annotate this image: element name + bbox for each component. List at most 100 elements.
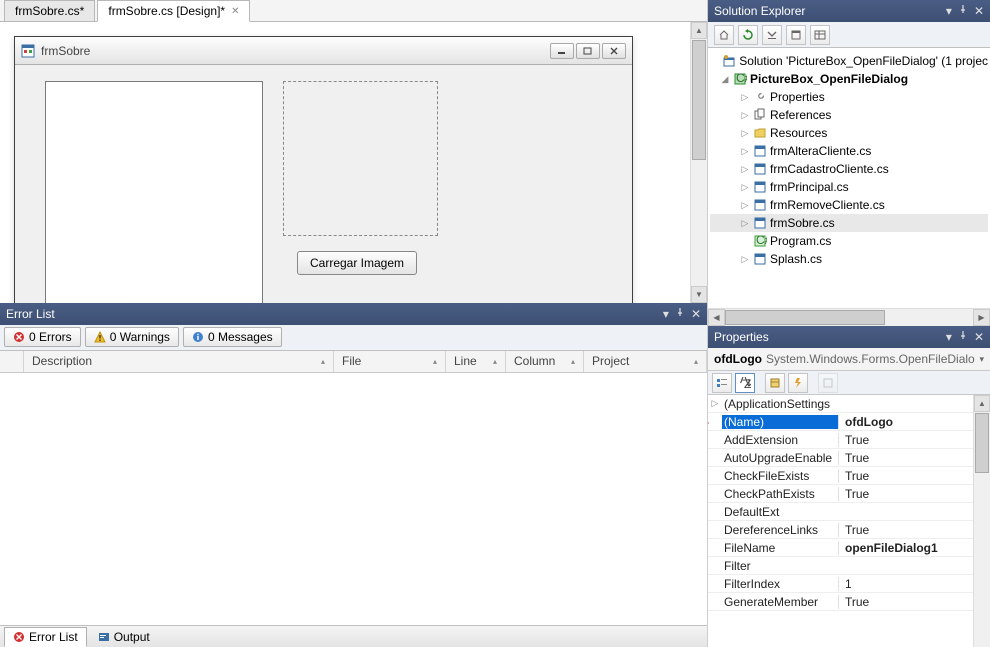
events-icon[interactable] [788,373,808,393]
tree-splash[interactable]: ▷ Splash.cs [710,250,988,268]
property-pages-icon[interactable] [818,373,838,393]
scroll-thumb[interactable] [975,413,989,473]
prop-value[interactable]: True [838,523,990,537]
placeholder-box[interactable] [283,81,438,236]
col-project[interactable]: Project▴ [584,351,707,372]
prop-row[interactable]: CheckPathExistsTrue [708,485,990,503]
tree-properties[interactable]: ▷ Properties [710,88,988,106]
prop-value[interactable]: True [838,487,990,501]
close-window-icon[interactable] [602,43,626,59]
tree-frmaltera[interactable]: ▷ frmAlteraCliente.cs [710,142,988,160]
pin-icon[interactable] [958,330,968,344]
close-icon[interactable]: ✕ [974,4,984,18]
chevron-down-icon[interactable]: ▾ [979,354,984,365]
prop-row[interactable]: AddExtensionTrue [708,431,990,449]
form-body[interactable]: Carregar Imagem Salvar Contém Bi [15,65,632,303]
prop-row[interactable]: FilterIndex1 [708,575,990,593]
minimize-icon[interactable] [550,43,574,59]
tree-project[interactable]: ◢ C# PictureBox_OpenFileDialog [710,70,988,88]
prop-name: DereferenceLinks [722,523,838,537]
tree-resources[interactable]: ▷ Resources [710,124,988,142]
prop-value[interactable]: 1 [838,577,990,591]
col-description[interactable]: Description▴ [24,351,334,372]
col-column[interactable]: Column▴ [506,351,584,372]
tab-errorlist[interactable]: Error List [4,627,87,647]
prop-row[interactable]: DefaultExt [708,503,990,521]
prop-value[interactable]: True [838,451,990,465]
carregar-label: Carregar Imagem [310,256,404,270]
prop-row[interactable]: CheckFileExistsTrue [708,467,990,485]
prop-value[interactable]: openFileDialog1 [838,541,990,555]
references-icon [753,108,767,122]
se-collapse-icon[interactable] [762,25,782,45]
chevron-down-icon[interactable]: ▾ [663,307,669,321]
properties-icon[interactable] [765,373,785,393]
scroll-left-icon[interactable]: ◀ [708,309,725,326]
scroll-up-icon[interactable]: ▲ [974,395,990,412]
prop-value[interactable]: ofdLogo [838,415,990,429]
scroll-thumb[interactable] [692,40,706,160]
tab-output[interactable]: Output [89,627,159,647]
se-home-icon[interactable] [714,25,734,45]
pin-icon[interactable] [958,4,968,18]
tree-frmremove[interactable]: ▷ frmRemoveCliente.cs [710,196,988,214]
tree-program[interactable]: C# Program.cs [710,232,988,250]
prop-value[interactable]: True [838,469,990,483]
close-icon[interactable]: ✕ [691,307,701,321]
scroll-right-icon[interactable]: ▶ [973,309,990,326]
tree-references[interactable]: ▷ References [710,106,988,124]
carregar-imagem-button[interactable]: Carregar Imagem [297,251,417,275]
scroll-down-icon[interactable]: ▼ [691,286,707,303]
close-icon[interactable]: ✕ [974,330,984,344]
hscroll-thumb[interactable] [725,310,885,325]
col-file[interactable]: File▴ [334,351,446,372]
errors-filter[interactable]: 0 Errors [4,327,81,347]
form-window[interactable]: frmSobre Carregar Imagem Salvar Contém B… [14,36,633,303]
se-refresh-icon[interactable] [738,25,758,45]
cs-file-icon: C# [753,234,767,248]
prop-row[interactable]: Filter [708,557,990,575]
prop-row[interactable]: FileNameopenFileDialog1 [708,539,990,557]
solution-icon [722,54,736,68]
close-icon[interactable]: ✕ [231,6,239,17]
properties-title: Properties [714,330,769,344]
tree-frmprincipal[interactable]: ▷ frmPrincipal.cs [710,178,988,196]
col-line[interactable]: Line▴ [446,351,506,372]
prop-row[interactable]: GenerateMemberTrue [708,593,990,611]
prop-row[interactable]: DereferenceLinksTrue [708,521,990,539]
picturebox[interactable] [45,81,263,303]
categorized-icon[interactable] [712,373,732,393]
chevron-down-icon[interactable]: ▾ [946,4,952,18]
properties-object-selector[interactable]: ofdLogo System.Windows.Forms.OpenFileDia… [708,348,990,371]
svg-text:C#: C# [756,234,767,247]
prop-row[interactable]: AutoUpgradeEnableTrue [708,449,990,467]
messages-filter[interactable]: 0 Messages [183,327,282,347]
prop-row[interactable]: (Name)ofdLogo [708,413,990,431]
prop-value[interactable]: True [838,433,990,447]
chevron-down-icon[interactable]: ▾ [946,330,952,344]
solution-tree[interactable]: Solution 'PictureBox_OpenFileDialog' (1 … [708,48,990,308]
se-hscroll[interactable]: ◀ ▶ [708,308,990,326]
tab-design[interactable]: frmSobre.cs [Design]* ✕ [97,0,250,22]
se-showall-icon[interactable] [810,25,830,45]
designer-surface[interactable]: frmSobre Carregar Imagem Salvar Contém B… [0,22,707,303]
tree-solution[interactable]: Solution 'PictureBox_OpenFileDialog' (1 … [710,52,988,70]
form-file-icon [753,198,767,212]
tree-frmcadastro[interactable]: ▷ frmCadastroCliente.cs [710,160,988,178]
se-properties-icon[interactable] [786,25,806,45]
warnings-filter[interactable]: 0 Warnings [85,327,179,347]
expand-icon[interactable]: ▷ [708,398,722,409]
prop-name: FilterIndex [722,577,838,591]
prop-value[interactable]: True [838,595,990,609]
prop-row[interactable]: ▷(ApplicationSettings [708,395,990,413]
tab-code[interactable]: frmSobre.cs* [4,0,95,21]
maximize-icon[interactable] [576,43,600,59]
alphabetical-icon[interactable]: AZ [735,373,755,393]
designer-scrollbar[interactable]: ▲ ▼ [690,22,707,303]
col-icon[interactable] [0,351,24,372]
properties-grid[interactable]: ▲ ▷(ApplicationSettings(Name)ofdLogoAddE… [708,395,990,647]
pin-icon[interactable] [675,307,685,321]
scroll-up-icon[interactable]: ▲ [691,22,707,39]
props-scrollbar[interactable]: ▲ [973,395,990,647]
tree-frmsobre[interactable]: ▷ frmSobre.cs [710,214,988,232]
